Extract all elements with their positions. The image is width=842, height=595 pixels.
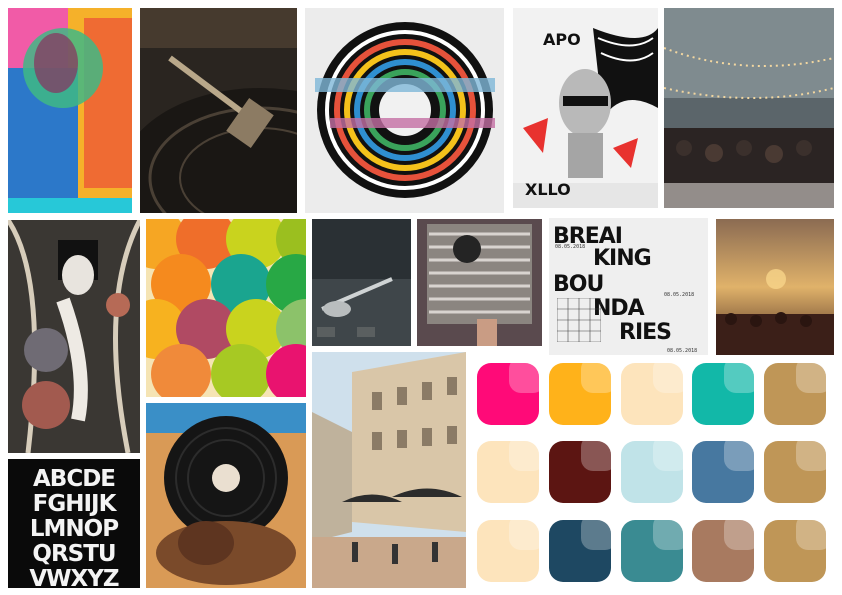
swatch-steel-blue (692, 441, 754, 503)
swatch-cream (477, 520, 539, 582)
statue-collage-poster: APO XLLO (513, 8, 658, 208)
alphabet-line-2: FGHIJK (32, 491, 117, 517)
woman-with-vinyl-photo (146, 403, 306, 588)
swatch-maroon (549, 441, 611, 503)
pop-art-face-image (8, 8, 132, 213)
swatch-clay (692, 520, 754, 582)
poster-line-3: BOU (553, 272, 604, 297)
street-cafe-photo (312, 352, 466, 588)
swatch-cream (477, 441, 539, 503)
collage-text-apo: APO (543, 30, 581, 49)
swatch-teal (692, 363, 754, 425)
retro-circle-pattern (146, 219, 306, 397)
poster-date-bottom: 08.05.2018 (667, 348, 698, 354)
poster-date-mid: 08.05.2018 (664, 292, 695, 298)
swatch-dark-teal (621, 520, 683, 582)
poster-line-5: RIES (619, 320, 672, 345)
alphabet-line-5: VWXYZ (29, 566, 119, 592)
poster-line-2: KING (593, 246, 652, 271)
swatch-navy (549, 520, 611, 582)
swatch-cream (621, 363, 683, 425)
illustrated-woman-spheres-art (8, 220, 140, 453)
swatch-light-blue (621, 441, 683, 503)
striped-circle-art (305, 8, 504, 213)
string-lights-event-photo (664, 8, 834, 208)
guitar-floor-photo (312, 219, 411, 346)
poster-grid-graphic (557, 298, 601, 342)
collage-text-xllo: XLLO (525, 180, 571, 199)
festival-crowd-sunset-photo (716, 219, 834, 355)
alphabet-typeface-specimen: ABCDE FGHIJK LMNOP QRSTU VWXYZ (8, 459, 140, 592)
alphabet-line-1: ABCDE (32, 466, 116, 492)
breaking-boundaries-poster: BREAI KING BOU NDA RIES 08.05.2018 08.05… (549, 218, 708, 355)
record-crate-photo (417, 219, 542, 346)
swatch-tan (764, 363, 826, 425)
swatch-tan (764, 441, 826, 503)
alphabet-line-4: QRSTU (32, 541, 116, 567)
swatch-amber (549, 363, 611, 425)
turntable-photo (140, 8, 297, 213)
poster-date-top: 08.05.2018 (555, 244, 586, 250)
swatch-tan (764, 520, 826, 582)
swatch-hot-pink (477, 363, 539, 425)
alphabet-line-3: LMNOP (29, 516, 119, 542)
